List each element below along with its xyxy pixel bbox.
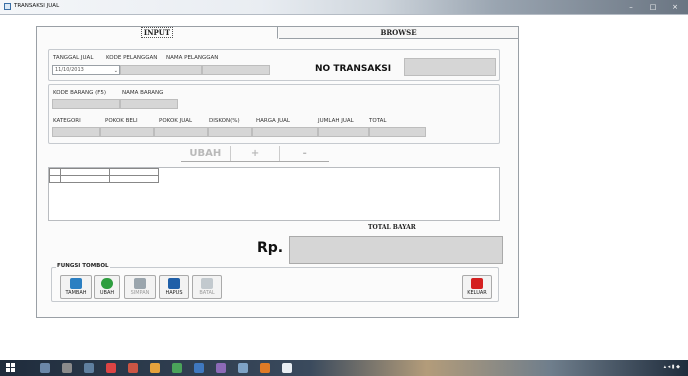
batal-button[interactable]: BATAL — [192, 275, 222, 299]
taskbar-app-icon[interactable] — [260, 363, 270, 373]
tambah-button-label: TAMBAH — [65, 290, 87, 296]
start-button[interactable] — [6, 363, 16, 373]
function-button-group: FUNGSI TOMBOL TAMBAH UBAH SIMPAN HAPUS B… — [51, 263, 499, 302]
header-group: TANGGAL JUAL KODE PELANGGAN NAMA PELANGG… — [48, 49, 500, 81]
ubah-button-label: UBAH — [99, 290, 115, 296]
taskbar-app-icon[interactable] — [150, 363, 160, 373]
total-label: TOTAL — [369, 118, 387, 124]
main-panel: INPUT BROWSE TANGGAL JUAL KODE PELANGGAN… — [36, 26, 519, 318]
taskbar-app-icon[interactable] — [62, 363, 72, 373]
hapus-button-label: HAPUS — [165, 290, 183, 296]
tambah-button[interactable]: TAMBAH — [60, 275, 92, 299]
window-controls: – □ × — [626, 3, 680, 11]
window-title: TRANSAKSI JUAL — [14, 3, 60, 9]
chevron-down-icon[interactable]: ⌄ — [114, 67, 118, 75]
total-field[interactable] — [369, 127, 426, 137]
grid-cell[interactable] — [60, 175, 110, 183]
taskbar-app-icon[interactable] — [84, 363, 94, 373]
nama-pelanggan-label: NAMA PELANGGAN — [166, 55, 219, 61]
kode-barang-field[interactable] — [52, 99, 120, 109]
tab-browse-label: BROWSE — [380, 28, 417, 37]
currency-label: Rp. — [257, 240, 284, 256]
simpan-button-label: SIMPAN — [130, 290, 150, 296]
function-button-legend: FUNGSI TOMBOL — [56, 263, 110, 269]
item-action-bar: UBAH + - — [181, 146, 329, 162]
cancel-icon — [201, 278, 213, 289]
taskbar-app-icon[interactable] — [216, 363, 226, 373]
jumlah-jual-field[interactable] — [318, 127, 369, 137]
save-icon — [134, 278, 146, 289]
taskbar-app-icon[interactable] — [172, 363, 182, 373]
remove-item-button[interactable]: - — [280, 146, 329, 161]
exit-icon — [471, 278, 483, 289]
tab-browse[interactable]: BROWSE — [279, 27, 518, 39]
batal-button-label: BATAL — [199, 290, 215, 296]
kategori-label: KATEGORI — [53, 118, 81, 124]
tab-input[interactable]: INPUT — [37, 27, 278, 39]
item-group: KODE BARANG (F5) NAMA BARANG KATEGORI PO… — [48, 84, 500, 144]
taskbar-app-icon[interactable] — [128, 363, 138, 373]
jumlah-jual-label: JUMLAH JUAL — [318, 118, 354, 124]
maximize-button[interactable]: □ — [648, 3, 658, 11]
title-bar: TRANSAKSI JUAL – □ × — [0, 0, 688, 15]
taskbar-app-icon[interactable] — [106, 363, 116, 373]
nama-barang-label: NAMA BARANG — [122, 90, 164, 96]
nama-barang-field[interactable] — [120, 99, 178, 109]
system-tray[interactable]: ▴ ◂ ▮ ◆ — [664, 364, 680, 370]
kode-pelanggan-label: KODE PELANGGAN — [106, 55, 158, 61]
kode-pelanggan-field[interactable] — [120, 65, 202, 75]
no-transaksi-field[interactable] — [404, 58, 496, 76]
pokok-beli-label: POKOK BELI — [105, 118, 138, 124]
app-icon — [4, 3, 11, 10]
diskon-field[interactable] — [208, 127, 252, 137]
kode-barang-label: KODE BARANG (F5) — [53, 90, 107, 96]
pokok-beli-field[interactable] — [100, 127, 154, 137]
delete-icon — [168, 278, 180, 289]
taskbar: ▴ ◂ ▮ ◆ — [0, 360, 688, 376]
keluar-button[interactable]: KELUAR — [462, 275, 492, 299]
tab-input-label: INPUT — [140, 27, 174, 38]
nama-pelanggan-field[interactable] — [202, 65, 270, 75]
taskbar-app-icon[interactable] — [40, 363, 50, 373]
hapus-button[interactable]: HAPUS — [159, 275, 189, 299]
taskbar-app-icon[interactable] — [194, 363, 204, 373]
close-button[interactable]: × — [670, 3, 680, 11]
grid-cell[interactable] — [109, 175, 159, 183]
total-bayar-label: TOTAL BAYAR — [368, 224, 416, 231]
refresh-icon — [101, 278, 113, 289]
add-doc-icon — [70, 278, 82, 289]
pokok-jual-field[interactable] — [154, 127, 208, 137]
taskbar-app-icon[interactable] — [238, 363, 248, 373]
minimize-button[interactable]: – — [626, 3, 636, 11]
ubah-item-button[interactable]: UBAH — [181, 146, 231, 161]
harga-jual-label: HARGA JUAL — [256, 118, 290, 124]
simpan-button[interactable]: SIMPAN — [124, 275, 156, 299]
tanggal-jual-picker[interactable]: 11/10/2013 ⌄ — [52, 65, 120, 75]
keluar-button-label: KELUAR — [467, 290, 487, 296]
kategori-field[interactable] — [52, 127, 100, 137]
add-item-button[interactable]: + — [231, 146, 281, 161]
total-bayar-field — [289, 236, 503, 264]
detail-grid[interactable] — [48, 167, 500, 221]
pokok-jual-label: POKOK JUAL — [159, 118, 193, 124]
diskon-label: DISKON(%) — [209, 118, 240, 124]
taskbar-active-app[interactable] — [282, 363, 292, 373]
harga-jual-field[interactable] — [252, 127, 318, 137]
tanggal-jual-value: 11/10/2013 — [55, 67, 84, 73]
no-transaksi-label: NO TRANSAKSI — [315, 64, 392, 74]
tanggal-jual-label: TANGGAL JUAL — [53, 55, 94, 61]
ubah-button[interactable]: UBAH — [94, 275, 120, 299]
